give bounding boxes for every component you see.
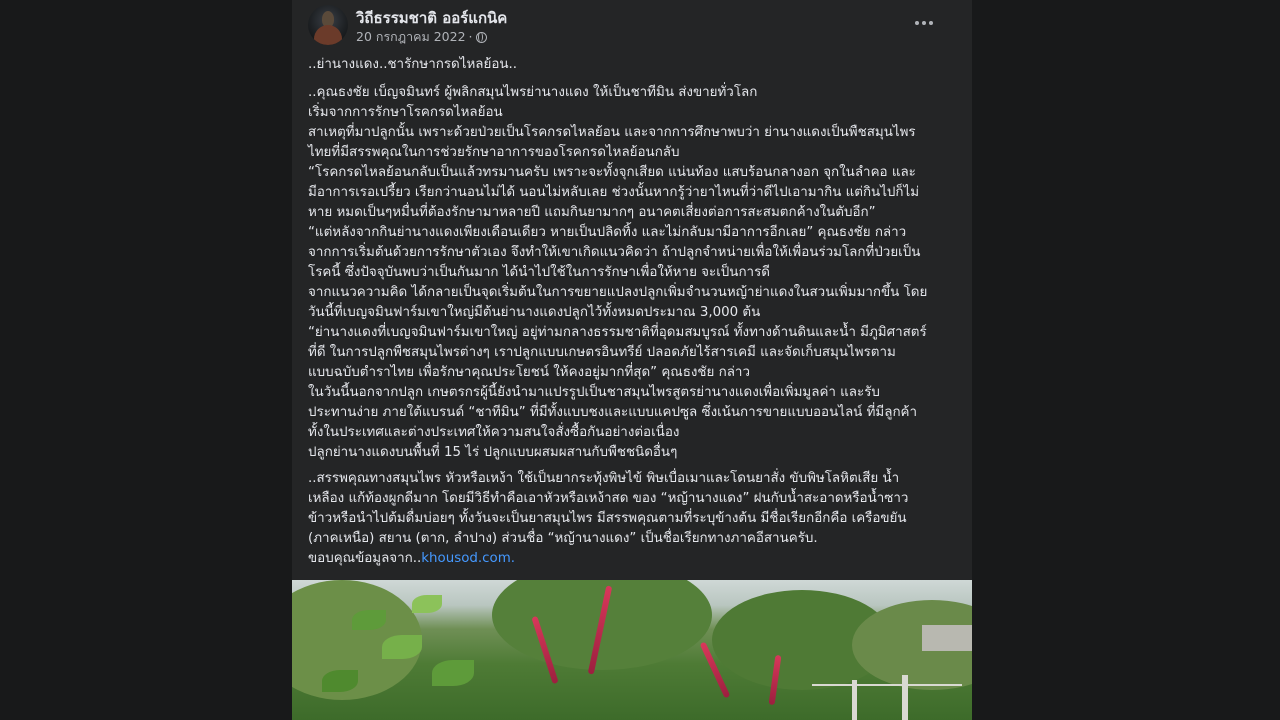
photo-fence-rail	[812, 684, 962, 686]
photo-leaf	[352, 610, 386, 630]
photo-building	[922, 625, 972, 651]
photo-fence-post	[902, 675, 908, 720]
photo-leaf	[432, 660, 474, 686]
post-line: วันนี้ที่เบญจมินฟาร์มเขาใหญ่มีต้นย่านางแ…	[308, 305, 761, 320]
photo-leaf	[412, 595, 442, 613]
post-line: ไทยที่มีสรรพคุณในการช่วยรักษาอาการของโรค…	[308, 145, 680, 160]
post-meta: 20 กรกฎาคม 2022 ·	[356, 27, 487, 47]
post-line: ประทานง่าย ภายใต้แบรนด์ “ชาทีมิน” ที่มีท…	[308, 405, 918, 420]
avatar-figure-body	[314, 25, 342, 45]
more-dot-icon	[915, 21, 919, 25]
post-line: จากการเริ่มต้นด้วยการรักษาตัวเอง จึงทำให…	[308, 245, 921, 260]
post-line: เหลือง แก้ท้องผูกดีมาก โดยมีวิธีทำคือเอา…	[308, 491, 909, 506]
post-line: ที่ดี ในการปลูกพืชสมุนไพรต่างๆ เราปลูกแบ…	[308, 345, 896, 360]
post-line: ในวันนี้นอกจากปลูก เกษตรกรผู้นี้ยังนำมาแ…	[308, 385, 880, 400]
source-link[interactable]: khousod.com.	[421, 551, 515, 566]
meta-separator: ·	[468, 29, 473, 44]
post-text: ..ย่านางแดง..ชารักษากรดไหลย้อน.. ..คุณธง…	[308, 55, 958, 569]
post-line: ทั้งในประเทศและต่างประเทศให้ความสนใจสั่ง…	[308, 425, 680, 440]
photo-leaf	[322, 670, 358, 692]
photo-leaf	[382, 635, 422, 659]
post-line: ..สรรพคุณทางสมุนไพร หัวหรือเหง้า ใช้เป็น…	[308, 471, 900, 486]
post-photo[interactable]	[292, 580, 972, 720]
facebook-post: วิถีธรรมชาติ ออร์แกนิค 20 กรกฎาคม 2022 · …	[292, 0, 972, 720]
post-line: (ภาคเหนือ) สยาน (ตาก, ลำปาง) ส่วนชื่อ “ห…	[308, 531, 818, 546]
post-line: เริ่มจากการรักษาโรคกรดไหลย้อน	[308, 105, 503, 120]
post-line: ..คุณธงชัย เบ็ญจมินทร์ ผู้พลิกสมุนไพรย่า…	[308, 85, 758, 100]
post-line: โรคนี้ ซึ่งปัจจุบันพบว่าเป็นกันมาก ได้นำ…	[308, 265, 770, 280]
post-line: ..ย่านางแดง..ชารักษากรดไหลย้อน..	[308, 57, 518, 72]
post-line-credit: ขอบคุณข้อมูลจาก..khousod.com.	[308, 549, 958, 569]
more-dot-icon	[929, 21, 933, 25]
more-options-button[interactable]	[906, 11, 942, 35]
more-dot-icon	[922, 21, 926, 25]
photo-fence-post	[852, 680, 857, 720]
post-header: วิถีธรรมชาติ ออร์แกนิค 20 กรกฎาคม 2022 ·	[308, 5, 956, 47]
post-date[interactable]: 20 กรกฎาคม 2022	[356, 29, 466, 44]
post-line: “แต่หลังจากกินย่านางแดงเพียงเดือนเดียว ห…	[308, 225, 907, 240]
post-line: หาย หมดเป็นๆหมื่นที่ต้องรักษามาหลายปี แถ…	[308, 205, 876, 220]
post-line: สาเหตุที่มาปลูกนั้น เพราะด้วยป่วยเป็นโรค…	[308, 125, 916, 140]
credit-text: ขอบคุณข้อมูลจาก..	[308, 551, 422, 566]
post-line: ปลูกย่านางแดงบนพื้นที่ 15 ไร่ ปลูกแบบผสม…	[308, 445, 678, 460]
post-line: ข้าวหรือนำไปต้มดื่มบ่อยๆ ทั้งวันจะเป็นยา…	[308, 511, 907, 526]
globe-icon[interactable]	[475, 32, 487, 43]
page-avatar[interactable]	[308, 5, 348, 45]
post-line: มีอาการเรอเปรี้ยว เรียกว่านอนไม่ได้ นอนไ…	[308, 185, 920, 200]
post-line: “ย่านางแดงที่เบญจมินฟาร์มเขาใหญ่ อยู่ท่า…	[308, 325, 927, 340]
post-line: แบบฉบับตำราไทย เพื่อรักษาคุณประโยชน์ ให้…	[308, 365, 750, 380]
post-line: จากแนวความคิด ได้กลายเป็นจุดเริ่มต้นในกา…	[308, 285, 928, 300]
post-line: “โรคกรดไหลย้อนกลับเป็นแล้วทรมานครับ เพรา…	[308, 165, 916, 180]
